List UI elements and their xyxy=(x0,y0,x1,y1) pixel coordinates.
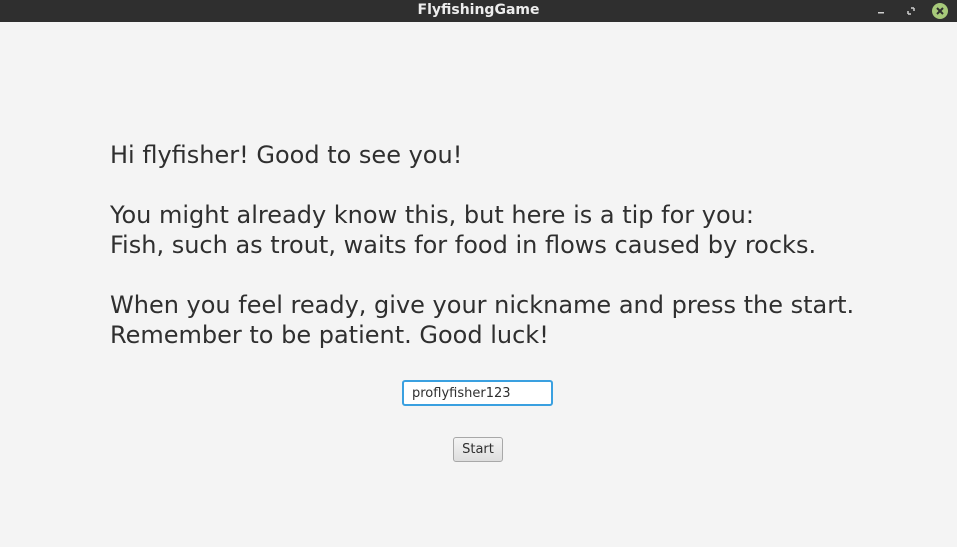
nickname-input[interactable] xyxy=(402,380,553,406)
greeting-text: Hi flyfisher! Good to see you! xyxy=(110,141,463,169)
start-button[interactable]: Start xyxy=(453,437,503,462)
maximize-button[interactable] xyxy=(903,3,919,19)
main-content: Hi flyfisher! Good to see you! You might… xyxy=(0,22,957,547)
window-title: FlyfishingGame xyxy=(417,2,540,18)
tip-intro-text: You might already know this, but here is… xyxy=(110,201,754,229)
minimize-icon xyxy=(878,12,884,14)
close-button[interactable] xyxy=(932,3,948,19)
tip-text: Fish, such as trout, waits for food in f… xyxy=(110,231,817,259)
minimize-button[interactable] xyxy=(873,3,889,19)
instructions-text: When you feel ready, give your nickname … xyxy=(110,291,855,319)
app-window: FlyfishingGame Hi flyfisher! Good to see… xyxy=(0,0,957,547)
close-icon xyxy=(932,3,948,19)
title-bar[interactable]: FlyfishingGame xyxy=(0,0,957,22)
encouragement-text: Remember to be patient. Good luck! xyxy=(110,321,549,349)
maximize-icon xyxy=(907,7,915,15)
